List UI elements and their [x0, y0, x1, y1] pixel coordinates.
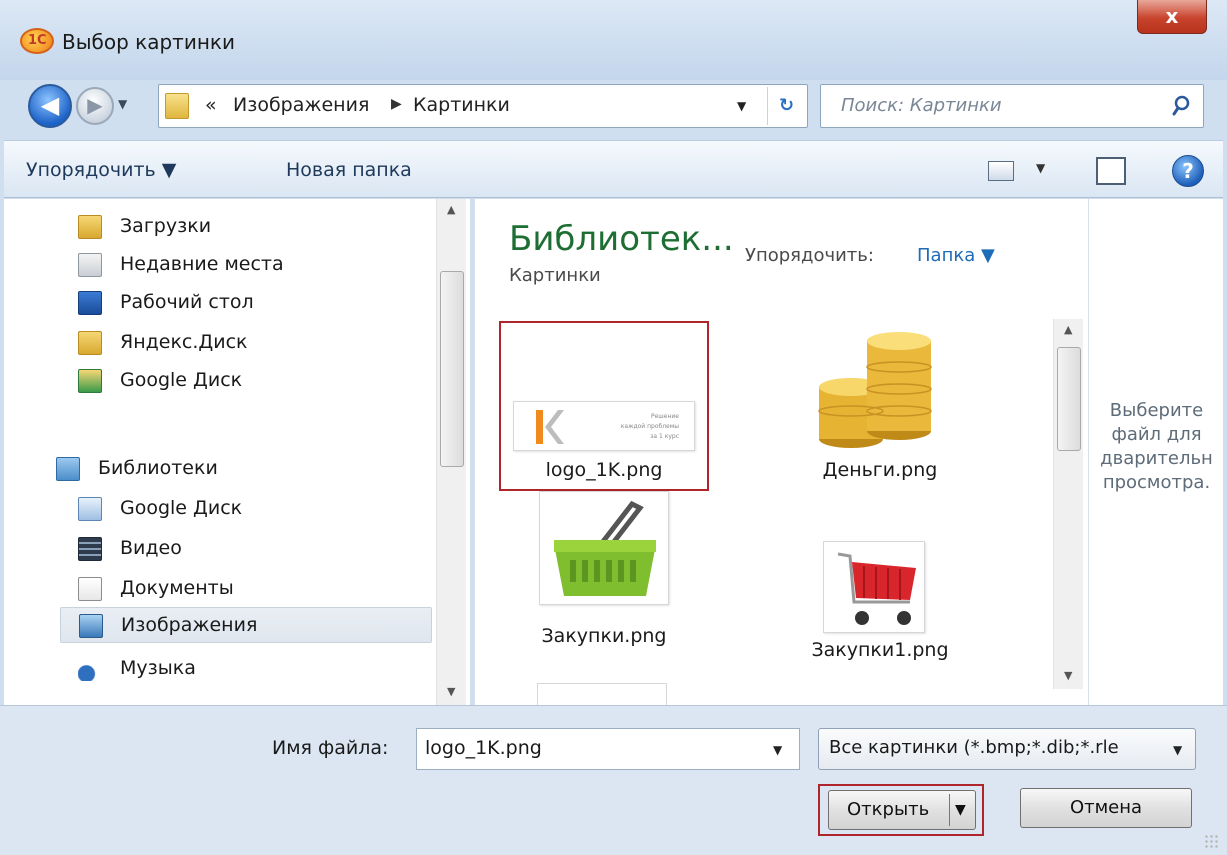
- open-button[interactable]: Открыть ▼: [828, 790, 976, 830]
- scroll-down-icon[interactable]: ▼: [447, 685, 455, 698]
- title-bar: 1С Выбор картинки x ◀ ▶ ▼ « Изображения …: [0, 0, 1227, 128]
- scroll-up-icon[interactable]: ▲: [1064, 323, 1072, 336]
- desktop-icon: [78, 291, 102, 315]
- breadcrumb-images[interactable]: Картинки: [413, 94, 510, 116]
- red-cart-thumbnail: [823, 541, 925, 633]
- file-list-scrollbar[interactable]: ▲ ▼: [1053, 319, 1083, 689]
- logo-thumb-text-1: Решение: [651, 413, 679, 420]
- file-tile-purchases[interactable]: Закупки.png: [499, 489, 709, 659]
- logo-thumb-text-2: каждой проблемы: [621, 423, 679, 430]
- split-divider: [949, 794, 950, 826]
- open-button-highlight: Открыть ▼: [818, 784, 984, 836]
- library-subtitle: Картинки: [509, 265, 601, 286]
- green-basket-icon: [554, 500, 656, 596]
- pictures-library-icon: [79, 614, 103, 638]
- library-title: Библиотек...: [509, 219, 734, 259]
- file-tile-money[interactable]: Деньги.png: [775, 321, 985, 491]
- breadcrumb-overflow[interactable]: «: [205, 94, 217, 116]
- documents-library-icon: [78, 577, 102, 601]
- file-name-value[interactable]: logo_1K.png: [425, 737, 542, 759]
- recent-places-icon: [78, 253, 102, 277]
- resize-grip-icon[interactable]: [1204, 834, 1220, 850]
- arrange-by-label: Упорядочить:: [745, 245, 874, 266]
- logo-thumb-text-3: за 1 курс: [650, 433, 679, 440]
- green-basket-thumbnail: [539, 491, 669, 605]
- file-list-area: Библиотек... Картинки Упорядочить: Папка…: [474, 199, 1088, 705]
- red-cart-icon: [837, 552, 916, 625]
- file-type-value: Все картинки (*.bmp;*.dib;*.rle: [829, 737, 1119, 758]
- preview-message: Выберите файл для дварительн просмотра.: [1100, 400, 1213, 493]
- file-name-field[interactable]: logo_1K.png ▼: [416, 728, 800, 770]
- address-bar[interactable]: « Изображения ▶ Картинки ▼ ↻: [158, 84, 808, 128]
- file-name-money: Деньги.png: [822, 459, 938, 481]
- file-scroll-thumb[interactable]: [1057, 347, 1081, 451]
- breadcrumb-separator-icon[interactable]: ▶: [391, 96, 402, 112]
- file-tile-logo[interactable]: Решение каждой проблемы за 1 курс logo_1…: [499, 321, 709, 491]
- logo-1k-thumbnail: Решение каждой проблемы за 1 курс: [513, 401, 695, 451]
- close-button[interactable]: x: [1137, 0, 1207, 34]
- folder-icon: [165, 93, 189, 119]
- nav-pane-scrollbar[interactable]: ▲ ▼: [436, 199, 466, 705]
- organize-menu-button[interactable]: Упорядочить ▼: [26, 159, 176, 181]
- nav-scroll-thumb[interactable]: [440, 271, 464, 467]
- cancel-button[interactable]: Отмена: [1020, 788, 1192, 828]
- file-name-logo: logo_1K.png: [545, 459, 663, 481]
- back-button[interactable]: ◀: [28, 84, 72, 128]
- file-type-select[interactable]: Все картинки (*.bmp;*.dib;*.rle ▼: [818, 728, 1196, 770]
- refresh-button[interactable]: ↻: [767, 87, 805, 125]
- command-toolbar: Упорядочить ▼ Новая папка ▼ ?: [4, 140, 1223, 198]
- change-view-icon[interactable]: [988, 161, 1014, 181]
- open-options-dropdown-icon[interactable]: ▼: [955, 802, 966, 818]
- help-icon[interactable]: ?: [1172, 155, 1204, 187]
- search-box[interactable]: Поиск: Картинки: [820, 84, 1204, 128]
- search-icon[interactable]: [1171, 93, 1197, 119]
- file-tile-purchases1[interactable]: Закупки1.png: [775, 489, 985, 661]
- file-type-dropdown-icon[interactable]: ▼: [1173, 743, 1182, 757]
- yandex-disk-folder-icon: [78, 331, 102, 355]
- forward-button[interactable]: ▶: [76, 87, 114, 125]
- preview-pane-toggle-icon[interactable]: [1096, 157, 1126, 185]
- address-dropdown-icon[interactable]: ▼: [737, 99, 746, 113]
- scroll-up-icon[interactable]: ▲: [447, 203, 455, 216]
- file-name-label: Имя файла:: [272, 737, 389, 759]
- file-name-purchases: Закупки.png: [541, 625, 667, 647]
- file-tile-partial[interactable]: [537, 683, 667, 705]
- navigation-pane: Загрузки Недавние места Рабочий стол Янд…: [4, 199, 470, 705]
- window-title: Выбор картинки: [62, 30, 235, 54]
- nav-item-pictures[interactable]: Изображения: [60, 607, 432, 643]
- preview-pane: Выберите файл для дварительн просмотра.: [1088, 199, 1223, 705]
- scroll-down-icon[interactable]: ▼: [1064, 669, 1072, 682]
- google-drive-library-icon: [78, 497, 102, 521]
- logo-1k-icon: Решение каждой проблемы за 1 курс: [536, 410, 679, 444]
- search-placeholder[interactable]: Поиск: Картинки: [841, 95, 1002, 116]
- coins-thumbnail: [818, 332, 932, 448]
- breadcrumb-pictures[interactable]: Изображения: [233, 94, 369, 116]
- new-folder-button[interactable]: Новая папка: [286, 159, 412, 181]
- video-library-icon: [78, 537, 102, 561]
- arrange-by-dropdown[interactable]: Папка ▼: [917, 245, 995, 266]
- file-name-dropdown-icon[interactable]: ▼: [773, 743, 782, 757]
- file-open-dialog: 1С Выбор картинки x ◀ ▶ ▼ « Изображения …: [0, 0, 1227, 855]
- music-library-icon: [78, 657, 102, 681]
- libraries-icon: [56, 457, 80, 481]
- dialog-footer: Имя файла: logo_1K.png ▼ Все картинки (*…: [0, 705, 1227, 855]
- recent-pages-dropdown[interactable]: ▼: [118, 97, 134, 113]
- downloads-folder-icon: [78, 215, 102, 239]
- view-options-dropdown-icon[interactable]: ▼: [1036, 161, 1045, 175]
- file-name-purchases1: Закупки1.png: [811, 639, 949, 661]
- 1c-app-icon: 1С: [20, 28, 54, 54]
- google-drive-folder-icon: [78, 369, 102, 393]
